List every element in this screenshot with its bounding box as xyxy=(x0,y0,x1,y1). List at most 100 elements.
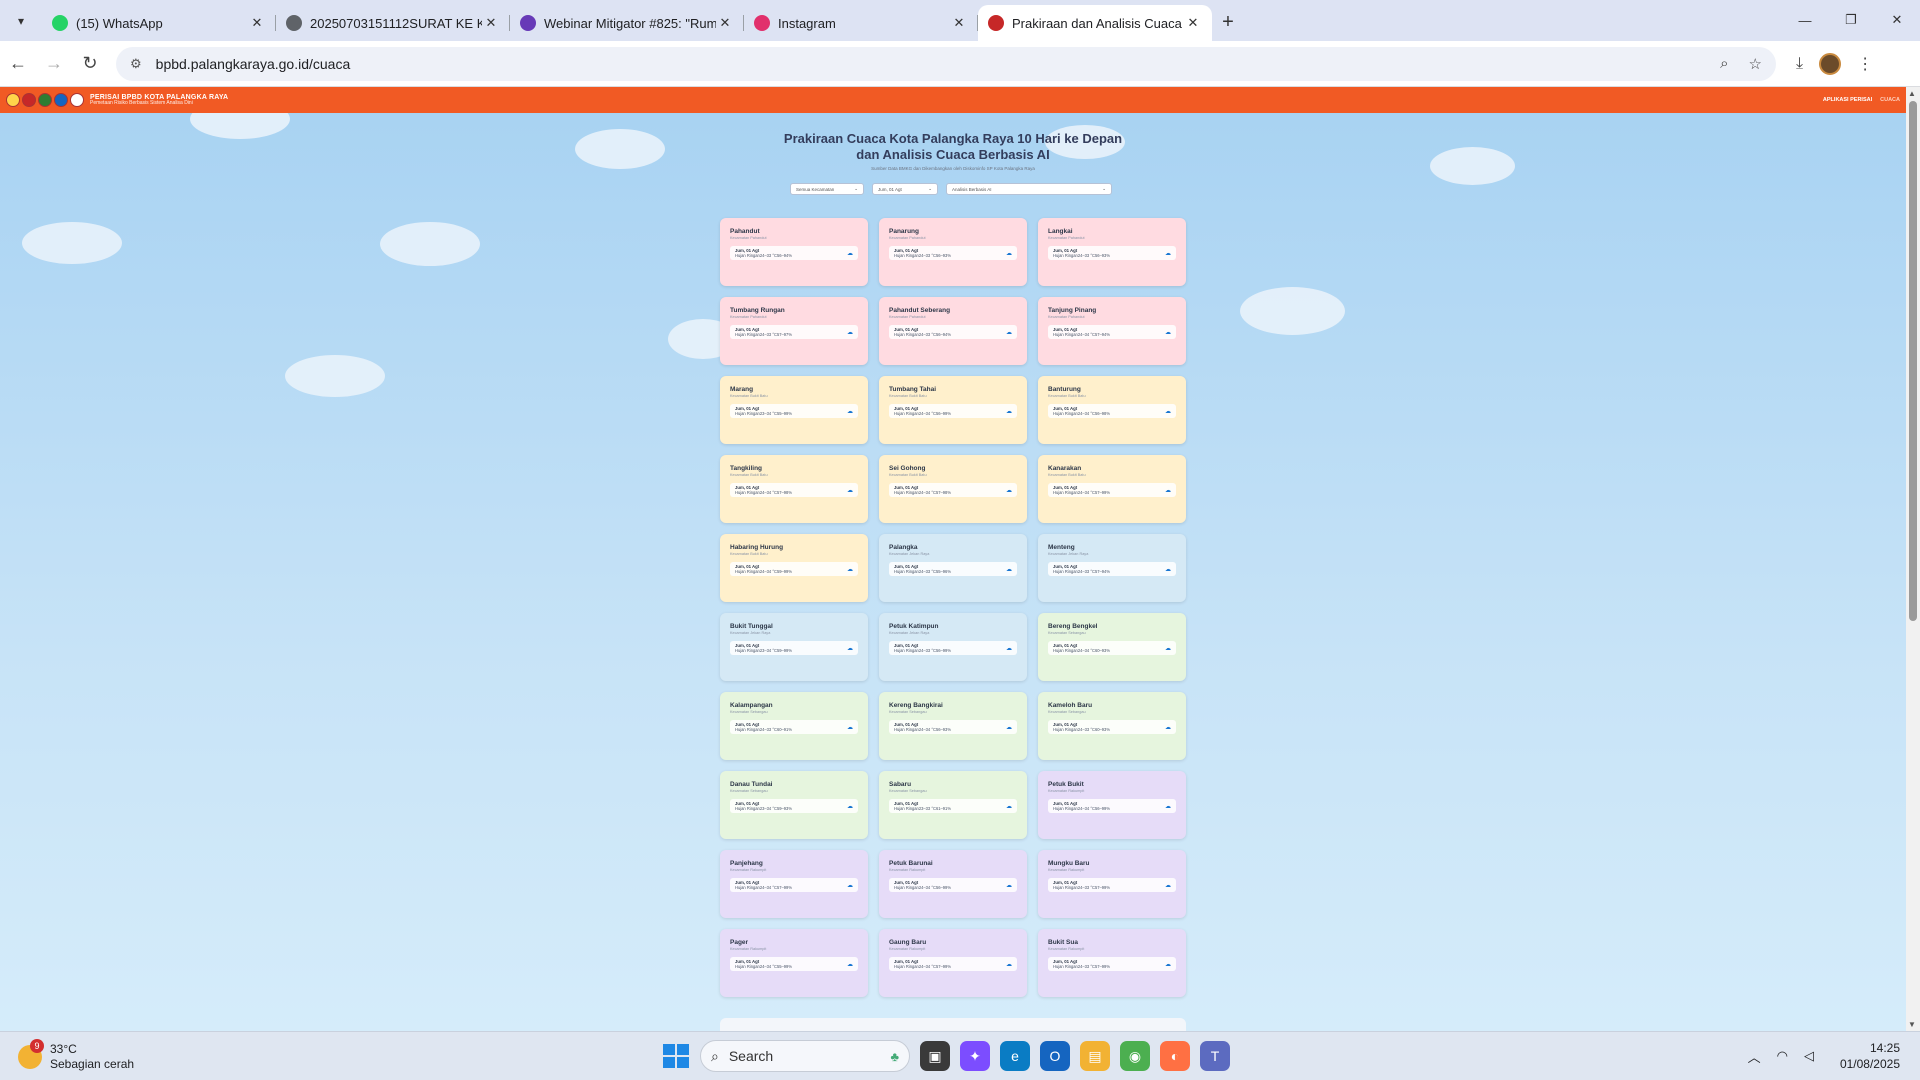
forecast-card[interactable]: Panjehang Kecamatan Rakumpit Jum, 01 Agt Hu… xyxy=(720,850,868,918)
forecast-day[interactable]: Jum, 01 Agt Hujan Ringan24–34 °C56–99% ☁ xyxy=(1048,799,1176,813)
forecast-day[interactable]: Jum, 01 Agt Hujan Ringan23–34 °C59–93% ☁ xyxy=(730,799,858,813)
forecast-day[interactable]: Jum, 01 Agt Hujan Ringan24–33 °C60–93% ☁ xyxy=(1048,720,1176,734)
browser-tab[interactable]: (15) WhatsApp ✕ xyxy=(42,5,276,41)
wifi-icon[interactable]: ◠ xyxy=(1777,1048,1788,1064)
new-tab-button[interactable]: + xyxy=(1212,6,1244,38)
task-view-icon[interactable]: ▣ xyxy=(920,1041,950,1071)
browser-tab[interactable]: Webinar Mitigator #825: "Ruma ✕ xyxy=(510,5,744,41)
forecast-card[interactable]: Menteng Kecamatan Jekan Raya Jum, 01 Agt Hu… xyxy=(1038,534,1186,602)
forecast-day[interactable]: Jum, 01 Agt Hujan Ringan24–33 °C56–94% ☁ xyxy=(889,325,1017,339)
forecast-card[interactable]: Gaung Baru Kecamatan Rakumpit Jum, 01 Agt H… xyxy=(879,929,1027,997)
minimize-button[interactable]: — xyxy=(1782,0,1828,40)
forecast-day[interactable]: Jum, 01 Agt Hujan Ringan24–33 °C57–94% ☁ xyxy=(1048,562,1176,576)
forecast-card[interactable]: Danau Tundai Kecamatan Sebangau Jum, 01 Ag… xyxy=(720,771,868,839)
close-tab-icon[interactable]: ✕ xyxy=(1184,15,1202,31)
start-button[interactable] xyxy=(660,1041,690,1071)
site-brand[interactable]: PERISAI BPBD KOTA PALANGKA RAYA Pemetaan… xyxy=(90,94,228,106)
forecast-card[interactable]: Kanarakan Kecamatan Bukit Batu Jum, 01 Agt… xyxy=(1038,455,1186,523)
forecast-day[interactable]: Jum, 01 Agt Hujan Ringan24–33 °C57–99% ☁ xyxy=(1048,957,1176,971)
forecast-day[interactable]: Jum, 01 Agt Hujan Ringan24–34 °C56–98% ☁ xyxy=(1048,404,1176,418)
forecast-card[interactable]: Tumbang Tahai Kecamatan Bukit Batu Jum, 01… xyxy=(879,376,1027,444)
forecast-card[interactable]: Pahandut Kecamatan Pahandut Jum, 01 Agt Huj… xyxy=(720,218,868,286)
forward-button[interactable]: → xyxy=(36,53,72,74)
forecast-day[interactable]: Jum, 01 Agt Hujan Ringan23–34 °C55–99% ☁ xyxy=(730,404,858,418)
scroll-thumb[interactable] xyxy=(1909,101,1917,621)
date-filter[interactable]: Jum, 01 Agt ⌄ xyxy=(872,183,938,195)
url-text[interactable]: bpbd.palangkaraya.go.id/cuaca xyxy=(156,56,1700,72)
forecast-card[interactable]: Kereng Bangkirai Kecamatan Sebangau Jum, 0… xyxy=(879,692,1027,760)
forecast-card[interactable]: Langkai Kecamatan Pahandut Jum, 01 Agt Huja… xyxy=(1038,218,1186,286)
close-tab-icon[interactable]: ✕ xyxy=(482,15,500,31)
forecast-card[interactable]: Kalampangan Kecamatan Sebangau Jum, 01 Agt… xyxy=(720,692,868,760)
forecast-day[interactable]: Jum, 01 Agt Hujan Ringan24–33 °C57–97% ☁ xyxy=(730,325,858,339)
clock[interactable]: 14:25 01/08/2025 xyxy=(1840,1040,1900,1072)
close-tab-icon[interactable]: ✕ xyxy=(248,15,266,31)
forecast-card[interactable]: Marang Kecamatan Bukit Batu Jum, 01 Agt Huj… xyxy=(720,376,868,444)
forecast-day[interactable]: Jum, 01 Agt Hujan Ringan24–34 °C56–93% ☁ xyxy=(889,720,1017,734)
scroll-down-arrow[interactable]: ▼ xyxy=(1908,1020,1916,1029)
profile-avatar[interactable] xyxy=(1819,52,1842,75)
forecast-day[interactable]: Jum, 01 Agt Hujan Ringan24–34 °C60–93% ☁ xyxy=(1048,641,1176,655)
forecast-day[interactable]: Jum, 01 Agt Hujan Ringan24–34 °C57–99% ☁ xyxy=(1048,483,1176,497)
analysis-filter[interactable]: Analisis Berbasis AI ⌄ xyxy=(946,183,1112,195)
forecast-day[interactable]: Jum, 01 Agt Hujan Ringan24–34 °C59–99% ☁ xyxy=(730,562,858,576)
scroll-up-arrow[interactable]: ▲ xyxy=(1908,89,1916,98)
forecast-card[interactable]: Tumbang Rungan Kecamatan Pahandut Jum, 01 … xyxy=(720,297,868,365)
nav-cuaca[interactable]: CUACA xyxy=(1880,97,1900,103)
reload-button[interactable]: ↻ xyxy=(72,53,108,74)
forecast-day[interactable]: Jum, 01 Agt Hujan Ringan24–33 °C55–96% ☁ xyxy=(889,562,1017,576)
forecast-day[interactable]: Jum, 01 Agt Hujan Ringan24–34 °C56–99% ☁ xyxy=(889,878,1017,892)
forecast-day[interactable]: Jum, 01 Agt Hujan Ringan24–34 °C55–99% ☁ xyxy=(730,957,858,971)
forecast-card[interactable]: Pager Kecamatan Rakumpit Jum, 01 Agt Hujan … xyxy=(720,929,868,997)
forecast-card[interactable]: Panarung Kecamatan Pahandut Jum, 01 Agt Huj… xyxy=(879,218,1027,286)
forecast-card[interactable]: Petuk Katimpun Kecamatan Jekan Raya Jum, 0… xyxy=(879,613,1027,681)
close-window-button[interactable]: ✕ xyxy=(1874,0,1920,40)
tray-expand-icon[interactable]: ︿ xyxy=(1748,1047,1761,1066)
forecast-card[interactable]: Tanjung Pinang Kecamatan Pahandut Jum, 01 … xyxy=(1038,297,1186,365)
nav-aplikasi-perisai[interactable]: APLIKASI PERISAI xyxy=(1823,97,1872,103)
kecamatan-filter[interactable]: Semua Kecamatan ⌄ xyxy=(790,183,864,195)
file-explorer-icon[interactable]: ▤ xyxy=(1080,1041,1110,1071)
site-info-icon[interactable]: ⚙ xyxy=(130,56,142,72)
forecast-card[interactable]: Sei Gohong Kecamatan Bukit Batu Jum, 01 Ag… xyxy=(879,455,1027,523)
volume-icon[interactable]: ◁ xyxy=(1804,1048,1814,1064)
forecast-day[interactable]: Jum, 01 Agt Hujan Ringan24–33 °C56–94% ☁ xyxy=(730,246,858,260)
forecast-day[interactable]: Jum, 01 Agt Hujan Ringan24–34 °C57–98% ☁ xyxy=(730,483,858,497)
browser-tab[interactable]: Instagram ✕ xyxy=(744,5,978,41)
forecast-day[interactable]: Jum, 01 Agt Hujan Ringan24–33 °C56–93% ☁ xyxy=(889,246,1017,260)
bookmark-star-icon[interactable]: ☆ xyxy=(1749,55,1762,73)
forecast-day[interactable]: Jum, 01 Agt Hujan Ringan23–33 °C61–91% ☁ xyxy=(889,799,1017,813)
edge-icon[interactable]: e xyxy=(1000,1041,1030,1071)
menu-kebab-icon[interactable]: ⋮ xyxy=(1857,54,1873,74)
forecast-card[interactable]: Mungku Baru Kecamatan Rakumpit Jum, 01 Agt… xyxy=(1038,850,1186,918)
close-tab-icon[interactable]: ✕ xyxy=(716,15,734,31)
browser-tab[interactable]: Prakiraan dan Analisis Cuaca Ko ✕ xyxy=(978,5,1212,41)
forecast-day[interactable]: Jum, 01 Agt Hujan Ringan24–34 °C56–99% ☁ xyxy=(889,404,1017,418)
download-icon[interactable]: ⤓ xyxy=(1796,55,1803,73)
forecast-day[interactable]: Jum, 01 Agt Hujan Ringan23–34 °C59–99% ☁ xyxy=(730,641,858,655)
forecast-card[interactable]: Habaring Hurung Kecamatan Bukit Batu Jum, … xyxy=(720,534,868,602)
forecast-day[interactable]: Jum, 01 Agt Hujan Ringan24–33 °C57–99% ☁ xyxy=(1048,878,1176,892)
forecast-card[interactable]: Sabaru Kecamatan Sebangau Jum, 01 Agt Hujan… xyxy=(879,771,1027,839)
teams-icon[interactable]: T xyxy=(1200,1041,1230,1071)
forecast-card[interactable]: Bereng Bengkel Kecamatan Sebangau Jum, 01 … xyxy=(1038,613,1186,681)
forecast-day[interactable]: Jum, 01 Agt Hujan Ringan24–33 °C60–91% ☁ xyxy=(730,720,858,734)
outlook-icon[interactable]: O xyxy=(1040,1041,1070,1071)
forecast-card[interactable]: Palangka Kecamatan Jekan Raya Jum, 01 Agt H… xyxy=(879,534,1027,602)
forecast-day[interactable]: Jum, 01 Agt Hujan Ringan24–34 °C57–99% ☁ xyxy=(889,957,1017,971)
close-tab-icon[interactable]: ✕ xyxy=(950,15,968,31)
address-bar[interactable]: ⚙ bpbd.palangkaraya.go.id/cuaca ⌕ ☆ xyxy=(116,46,1776,81)
forecast-card[interactable]: Kameloh Baru Kecamatan Sebangau Jum, 01 Ag… xyxy=(1038,692,1186,760)
copilot-icon[interactable]: ✦ xyxy=(960,1041,990,1071)
forecast-day[interactable]: Jum, 01 Agt Hujan Ringan24–34 °C57–94% ☁ xyxy=(1048,325,1176,339)
forecast-day[interactable]: Jum, 01 Agt Hujan Ringan24–33 °C56–99% ☁ xyxy=(889,641,1017,655)
forecast-day[interactable]: Jum, 01 Agt Hujan Ringan24–34 °C57–98% ☁ xyxy=(889,483,1017,497)
back-button[interactable]: ← xyxy=(0,53,36,74)
forecast-card[interactable]: Bukit Tunggal Kecamatan Jekan Raya Jum, 01… xyxy=(720,613,868,681)
weather-widget[interactable]: 9 33°C Sebagian cerah xyxy=(18,1039,134,1072)
forecast-card[interactable]: Petuk Bukit Kecamatan Rakumpit Jum, 01 Agt… xyxy=(1038,771,1186,839)
forecast-card[interactable]: Pahandut Seberang Kecamatan Pahandut Jum, … xyxy=(879,297,1027,365)
browser-tab[interactable]: 20250703151112SURAT KE KEM✕ xyxy=(276,5,510,41)
forecast-card[interactable]: Banturung Kecamatan Bukit Batu Jum, 01 Agt… xyxy=(1038,376,1186,444)
taskbar-search[interactable]: ⌕ Search ♣ xyxy=(700,1040,910,1072)
